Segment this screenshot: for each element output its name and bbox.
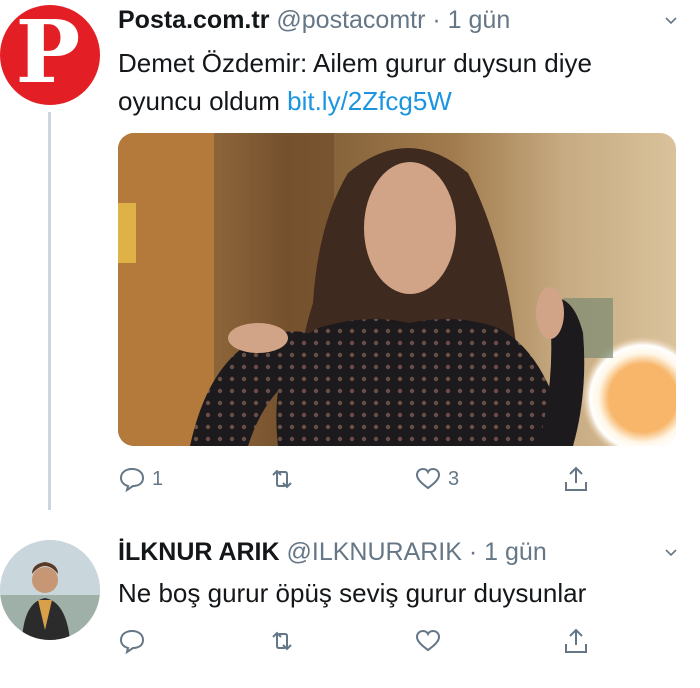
share-icon <box>565 628 587 653</box>
tweet-actions: 1 3 <box>118 465 598 497</box>
like-count: 3 <box>448 467 460 490</box>
tweet-actions <box>118 627 598 659</box>
tweet-ilknur[interactable]: İLKNUR ARIK @ILKNURARIK · 1 gün Ne boş g… <box>0 520 700 688</box>
separator: · <box>468 538 478 566</box>
share-icon <box>565 466 587 491</box>
heart-icon <box>415 629 441 652</box>
separator: · <box>432 6 441 34</box>
reply-icon <box>119 629 145 655</box>
handle[interactable]: @postacomtr <box>276 6 425 34</box>
heart-icon <box>415 467 441 490</box>
like-button[interactable]: 3 <box>414 465 459 493</box>
retweet-icon <box>272 631 292 651</box>
retweet-icon <box>272 469 292 489</box>
tweet-photo[interactable] <box>118 133 676 446</box>
retweet-button[interactable] <box>268 627 302 655</box>
thread-line <box>48 112 51 510</box>
timestamp[interactable]: 1 gün <box>448 6 511 34</box>
avatar-photo <box>0 540 100 640</box>
tweet-text: Ne boş gurur öpüş seviş gurur duysunlar <box>118 574 678 612</box>
photo-illustration <box>118 133 676 446</box>
tweet-body: Ne boş gurur öpüş seviş gurur duysunlar <box>118 578 587 608</box>
tweet-header: Posta.com.tr @postacomtr · 1 gün <box>118 4 510 36</box>
share-button[interactable] <box>562 627 590 655</box>
chevron-down-icon[interactable] <box>664 546 678 560</box>
tweet-header: İLKNUR ARIK @ILKNURARIK · 1 gün <box>118 536 547 568</box>
reply-icon <box>119 467 145 493</box>
reply-count: 1 <box>152 467 164 490</box>
posta-logo-letter: P <box>15 5 81 103</box>
reply-button[interactable]: 1 <box>118 465 163 493</box>
handle[interactable]: @ILKNURARIK <box>287 538 462 566</box>
avatar[interactable] <box>0 540 100 640</box>
reply-button[interactable] <box>118 627 152 655</box>
timestamp[interactable]: 1 gün <box>484 538 547 566</box>
share-button[interactable] <box>562 465 590 493</box>
chevron-down-icon[interactable] <box>664 14 678 28</box>
display-name[interactable]: Posta.com.tr <box>118 6 269 34</box>
avatar[interactable]: P <box>0 5 100 105</box>
display-name[interactable]: İLKNUR ARIK <box>118 538 280 566</box>
tweet-link[interactable]: bit.ly/2Zfcg5W <box>287 86 452 116</box>
like-button[interactable] <box>414 627 448 655</box>
tweet-text: Demet Özdemir: Ailem gurur duysun diye o… <box>118 44 678 120</box>
tweet-posta[interactable]: P Posta.com.tr @postacomtr · 1 gün Demet… <box>0 0 700 510</box>
retweet-button[interactable] <box>268 465 302 493</box>
